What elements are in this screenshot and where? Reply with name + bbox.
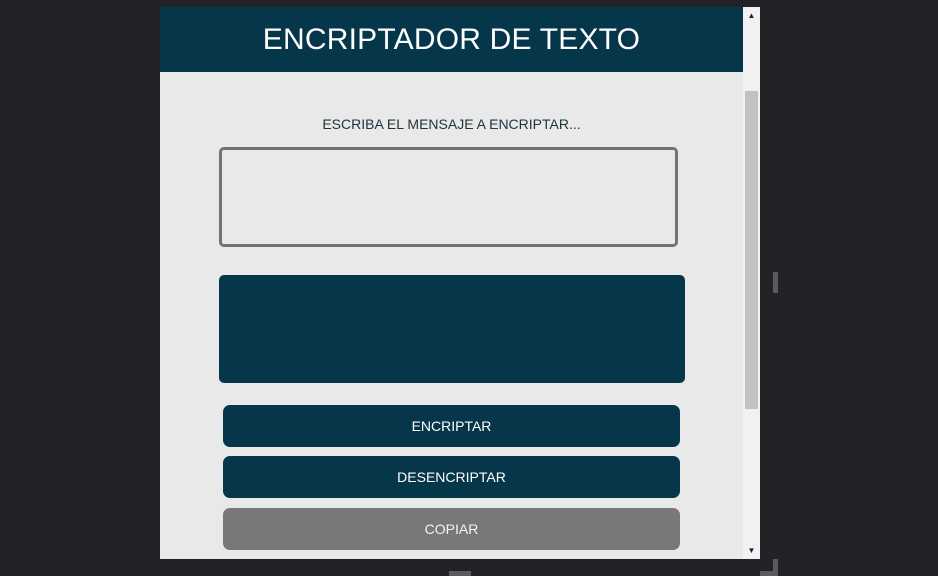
main-content: ESCRIBA EL MENSAJE A ENCRIPTAR... ENCRIP…	[160, 72, 743, 559]
copy-button-label: COPIAR	[424, 521, 479, 537]
app-frame: ENCRIPTADOR DE TEXTO ESCRIBA EL MENSAJE …	[160, 7, 760, 559]
app-header: ENCRIPTADOR DE TEXTO	[160, 7, 743, 72]
scroll-thumb[interactable]	[745, 91, 758, 409]
message-input[interactable]	[219, 147, 678, 247]
resize-handle-corner-horizontal	[760, 571, 778, 576]
resize-handle-bottom	[449, 571, 471, 576]
page-title: ENCRIPTADOR DE TEXTO	[262, 22, 641, 56]
scroll-up-icon[interactable]: ▲	[743, 7, 760, 24]
copy-button[interactable]: COPIAR	[223, 508, 680, 550]
decrypt-button[interactable]: DESENCRIPTAR	[223, 456, 680, 498]
output-box	[219, 275, 685, 383]
decrypt-button-label: DESENCRIPTAR	[397, 469, 506, 485]
encrypt-button-label: ENCRIPTAR	[411, 418, 492, 434]
scroll-down-icon[interactable]: ▼	[743, 542, 760, 559]
vertical-scrollbar[interactable]: ▲ ▼	[743, 7, 760, 559]
input-prompt-label: ESCRIBA EL MENSAJE A ENCRIPTAR...	[322, 116, 581, 132]
resize-handle-right	[773, 272, 778, 293]
encrypt-button[interactable]: ENCRIPTAR	[223, 405, 680, 447]
